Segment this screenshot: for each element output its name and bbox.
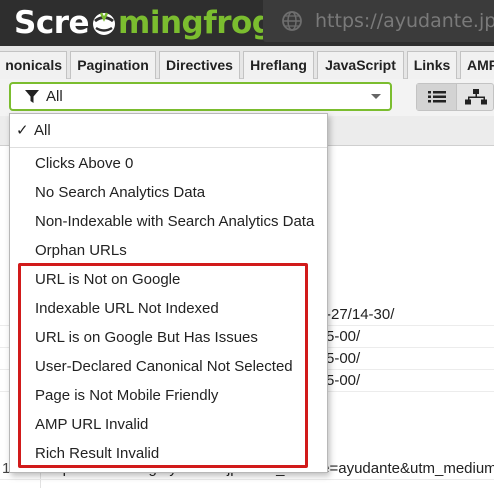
tab-canonicals[interactable]: nonicals (0, 51, 67, 79)
filter-option-url-not-on-google[interactable]: URL is Not on Google (10, 265, 327, 294)
screaming-frog-logo: Scre mingfrog (14, 4, 274, 42)
filter-option-label: Clicks Above 0 (35, 155, 134, 172)
globe-icon (282, 11, 302, 31)
filter-option-clicks-above-0[interactable]: Clicks Above 0 (10, 149, 327, 178)
filter-option-label: No Search Analytics Data (35, 184, 206, 201)
address-cell: -27/14-30/ (326, 306, 395, 323)
check-icon: ✓ (16, 121, 29, 139)
address-cell: 5-00/ (326, 328, 361, 345)
filter-option-canonical-not-selected[interactable]: User-Declared Canonical Not Selected (10, 352, 327, 381)
filter-option-label: User-Declared Canonical Not Selected (35, 358, 293, 375)
logo-text-start: Scre (14, 5, 90, 41)
address-cell: 5-00/ (326, 372, 361, 389)
tab-pagination[interactable]: Pagination (70, 51, 156, 79)
filter-option-label: Non-Indexable with Search Analytics Data (35, 213, 315, 230)
filter-option-label: Page is Not Mobile Friendly (35, 387, 219, 404)
url-bar[interactable]: https://ayudante.jp/ (263, 0, 494, 42)
filter-option-orphan-urls[interactable]: Orphan URLs (10, 236, 327, 265)
list-view-icon (428, 91, 446, 103)
view-toggle (416, 83, 494, 111)
tab-directives[interactable]: Directives (159, 51, 240, 79)
filter-option-all[interactable]: ✓ All (10, 116, 327, 145)
funnel-icon (25, 90, 39, 103)
filter-dropdown-menu: ✓ All Clicks Above 0 No Search Analytics… (9, 113, 328, 473)
tree-view-icon (465, 89, 487, 105)
filter-option-label: Rich Result Invalid (35, 445, 160, 462)
filter-select[interactable]: All (9, 82, 392, 111)
filter-option-label: All (34, 122, 51, 139)
tab-javascript[interactable]: JavaScript (317, 51, 404, 79)
logo-text-end: mingfrog (118, 5, 274, 41)
filter-option-no-search-analytics-data[interactable]: No Search Analytics Data (10, 178, 327, 207)
menu-divider (10, 147, 327, 148)
filter-option-amp-url-invalid[interactable]: AMP URL Invalid (10, 410, 327, 439)
filter-toolbar: All (0, 79, 494, 116)
tree-view-button[interactable] (458, 84, 494, 110)
filter-option-label: AMP URL Invalid (35, 416, 149, 433)
filter-selected-value: All (46, 88, 63, 105)
address-cell: 5-00/ (326, 350, 361, 367)
filter-option-url-on-google-has-issues[interactable]: URL is on Google But Has Issues (10, 323, 327, 352)
tab-bar: nonicals Pagination Directives Hreflang … (0, 46, 494, 79)
url-text: https://ayudante.jp/ (315, 10, 494, 32)
filter-option-label: Indexable URL Not Indexed (35, 300, 219, 317)
frog-ball-icon (93, 12, 116, 35)
filter-option-label: URL is on Google But Has Issues (35, 329, 258, 346)
filter-option-label: Orphan URLs (35, 242, 127, 259)
filter-option-not-mobile-friendly[interactable]: Page is Not Mobile Friendly (10, 381, 327, 410)
filter-option-non-indexable-with-search-analytics[interactable]: Non-Indexable with Search Analytics Data (10, 207, 327, 236)
filter-option-label: URL is Not on Google (35, 271, 181, 288)
app-header: Scre mingfrog https://ayudante.jp/ (0, 0, 494, 46)
tab-amp[interactable]: AMP (460, 51, 494, 79)
caret-down-icon (371, 94, 381, 99)
list-view-button[interactable] (417, 84, 457, 110)
filter-option-rich-result-invalid[interactable]: Rich Result Invalid (10, 439, 327, 468)
tab-links[interactable]: Links (407, 51, 457, 79)
filter-option-indexable-url-not-indexed[interactable]: Indexable URL Not Indexed (10, 294, 327, 323)
tab-hreflang[interactable]: Hreflang (243, 51, 314, 79)
